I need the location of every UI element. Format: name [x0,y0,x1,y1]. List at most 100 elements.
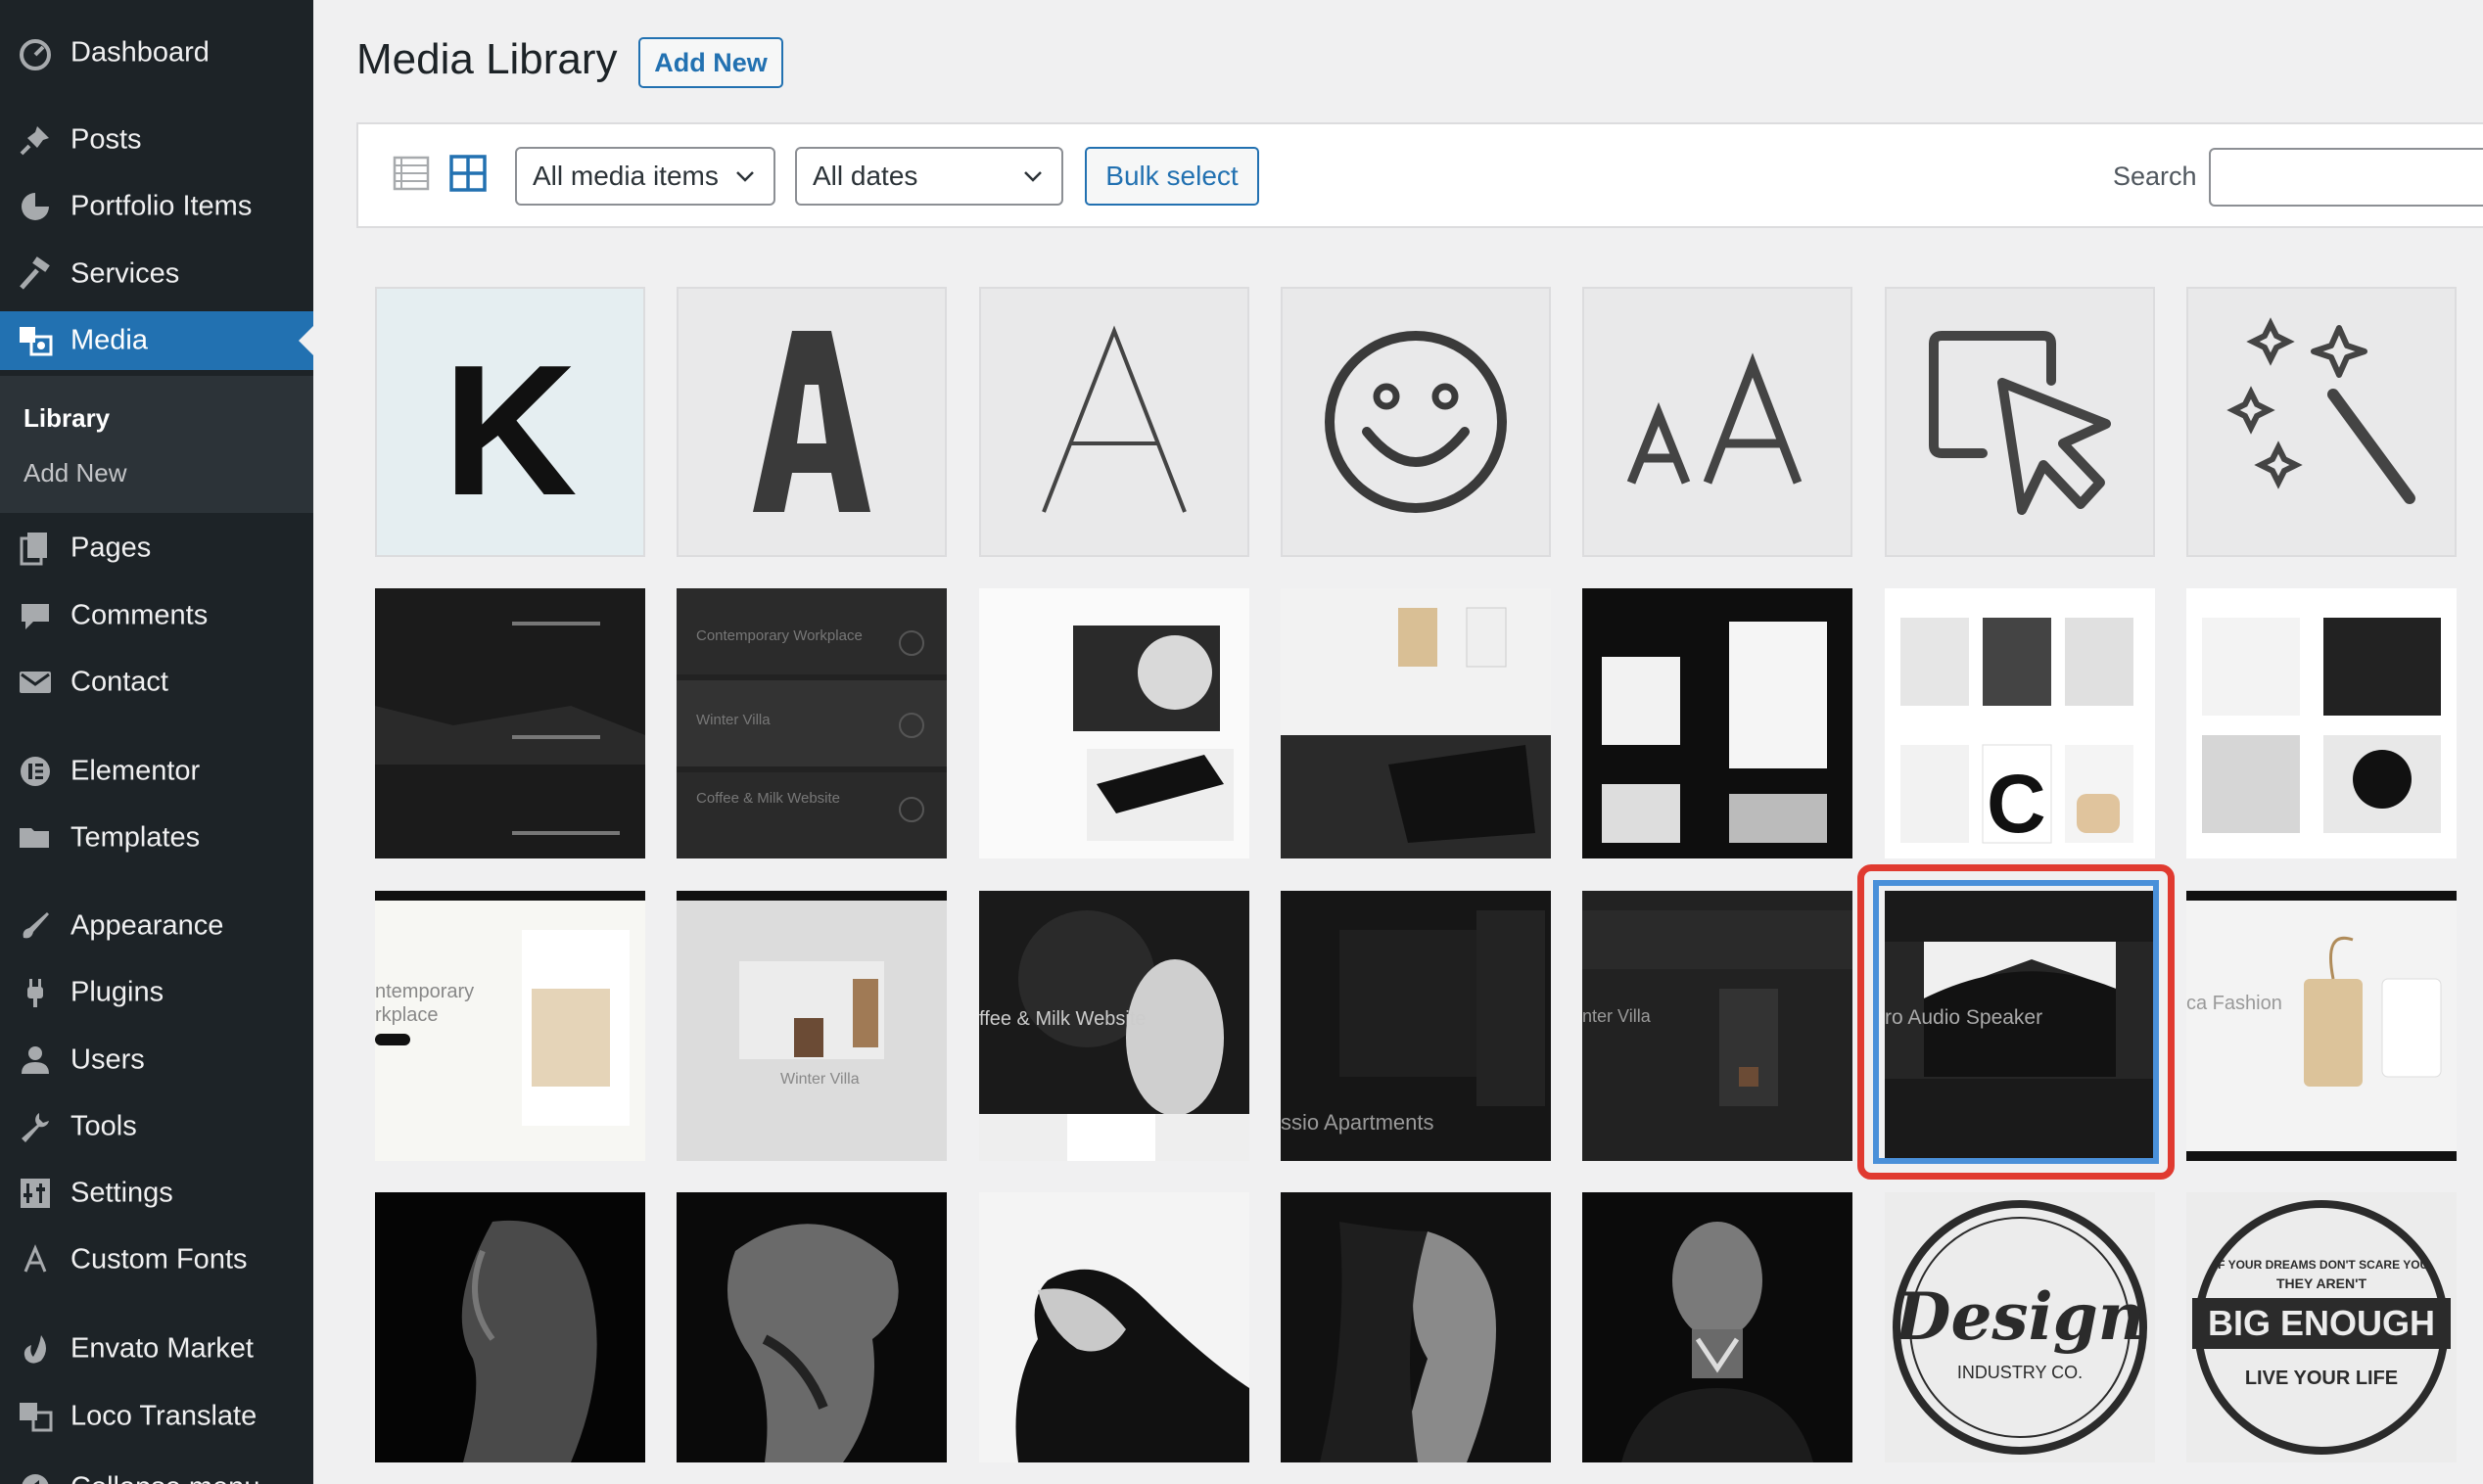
sidebar-item-label: Elementor [70,755,201,787]
media-type-value: All media items [533,161,719,191]
sidebar-item-users[interactable]: Users [0,1031,313,1090]
thin-a-shape [1042,325,1187,513]
media-item-design-logo[interactable]: Design INDUSTRY CO. [1885,1192,2155,1462]
list-view-icon[interactable] [392,154,431,193]
tile-caption: Contemporary Workplace [696,627,863,644]
media-item-portrait-5[interactable] [1582,1192,1852,1462]
submenu-library[interactable]: Library [23,403,110,434]
media-item-dark-site-3[interactable] [1582,588,1852,858]
sidebar-item-label: Contact [70,666,168,698]
sidebar-item-plugins[interactable]: Plugins [0,963,313,1022]
sidebar-item-label: Custom Fonts [70,1243,248,1275]
media-item-dark-site-1[interactable] [375,588,645,858]
sidebar-item-posts[interactable]: Posts [0,111,313,169]
sidebar-item-comments[interactable]: Comments [0,586,313,645]
pages-icon [16,529,55,568]
media-item-thin-a[interactable] [979,287,1249,557]
media-icon [16,321,55,360]
media-item-cursor[interactable] [1885,287,2155,557]
chevron-down-icon [736,171,754,182]
media-item-light-site-1[interactable] [979,588,1249,858]
sidebar-item-settings[interactable]: Settings [0,1164,313,1223]
media-item-light-site-2[interactable] [1281,588,1551,858]
sidebar-item-envato-market[interactable]: Envato Market [0,1320,313,1378]
media-item-aa[interactable] [1582,287,1852,557]
media-item-coffee-site[interactable]: ffee & Milk Website [979,891,1249,1161]
sidebar-item-label: Posts [70,123,142,156]
media-item-letter-k[interactable]: K [375,287,645,557]
sidebar-item-collapse-menu[interactable]: Collapse menu [0,1459,313,1484]
sidebar-item-label: Media [70,324,148,356]
media-item-light-grid-1[interactable]: C [1885,588,2155,858]
design-logo-text: Design [1893,1278,2145,1355]
submenu-add-new[interactable]: Add New [23,458,127,488]
sidebar-item-services[interactable]: Services [0,245,313,303]
media-item-portrait-2[interactable] [677,1192,947,1462]
sidebar-item-media[interactable]: Media [0,311,313,370]
media-item-magic-wand[interactable] [2186,287,2457,557]
folder-icon [16,818,55,858]
sidebar-item-elementor[interactable]: Elementor [0,742,313,801]
media-item-winter-villa-dark[interactable]: nter Villa [1582,891,1852,1161]
media-item-dark-site-2[interactable]: Contemporary Workplace Winter Villa Coff… [677,588,947,858]
media-item-bold-a[interactable] [677,287,947,557]
smiley-icon [1325,331,1507,513]
tile-caption: Coffee & Milk Website [696,790,841,807]
admin-sidebar: Library Add New Dashboard Posts Portfolio … [0,0,313,1484]
sidebar-item-pages[interactable]: Pages [0,519,313,578]
big-enough-main-text: BIG ENOUGH [2208,1303,2435,1343]
dashboard-icon [16,33,55,72]
sidebar-item-dashboard[interactable]: Dashboard [0,23,313,82]
media-item-portrait-1[interactable] [375,1192,645,1462]
media-item-workplace[interactable]: ntemporary rkplace [375,891,645,1161]
add-new-button[interactable]: Add New [638,37,783,88]
big-enough-mid-text: THEY AREN'T [2276,1275,2366,1291]
date-filter[interactable]: All dates [795,147,1063,206]
elementor-icon [16,752,55,791]
comment-icon [16,596,55,635]
tile-caption: ntemporary [375,981,475,1002]
font-icon [16,1240,55,1279]
selected-item-outline [1873,880,2159,1164]
sidebar-item-label: Services [70,257,180,290]
sidebar-item-label: Users [70,1043,145,1076]
bulk-select-button[interactable]: Bulk select [1085,147,1259,206]
sidebar-item-templates[interactable]: Templates [0,809,313,867]
leaf-icon [16,1329,55,1368]
grid-view-icon[interactable] [448,154,488,193]
media-item-big-enough-logo[interactable]: IF YOUR DREAMS DON'T SCARE YOU THEY AREN'… [2186,1192,2457,1462]
media-type-filter[interactable]: All media items [515,147,775,206]
media-item-apartments[interactable]: ssio Apartments [1281,891,1551,1161]
sidebar-item-label: Pages [70,532,152,564]
sidebar-item-tools[interactable]: Tools [0,1097,313,1156]
sidebar-item-contact[interactable]: Contact [0,653,313,712]
media-item-smiley[interactable] [1281,287,1551,557]
sidebar-item-label: Portfolio Items [70,190,253,222]
translate-icon [16,1397,55,1436]
letter-c-glyph: C [1987,758,2046,850]
tile-caption: nter Villa [1582,1006,1651,1026]
tile-caption: rkplace [375,1004,439,1026]
page-title: Media Library [356,35,618,83]
tile-caption: Winter Villa [780,1071,860,1088]
media-item-fashion-tags[interactable]: ca Fashion [2186,891,2457,1161]
settings-icon [16,1174,55,1213]
sidebar-item-label: Envato Market [70,1332,254,1365]
collapse-icon [16,1468,55,1484]
tile-caption: ca Fashion [2186,993,2282,1014]
sidebar-item-portfolio-items[interactable]: Portfolio Items [0,177,313,236]
sidebar-item-label: Templates [70,821,201,854]
sidebar-item-label: Plugins [70,976,164,1008]
date-filter-value: All dates [813,161,918,191]
search-input[interactable] [2209,148,2483,207]
tile-caption: ffee & Milk Website [979,1008,1147,1030]
tile-caption: Winter Villa [696,712,771,728]
sidebar-item-custom-fonts[interactable]: Custom Fonts [0,1230,313,1289]
tile-caption: ssio Apartments [1281,1110,1434,1135]
sidebar-item-appearance[interactable]: Appearance [0,897,313,955]
media-item-portrait-3[interactable] [979,1192,1249,1462]
media-item-winter-villa[interactable]: Winter Villa [677,891,947,1161]
media-item-portrait-4[interactable] [1281,1192,1551,1462]
media-item-light-grid-2[interactable] [2186,588,2457,858]
sidebar-item-loco-translate[interactable]: Loco Translate [0,1387,313,1446]
